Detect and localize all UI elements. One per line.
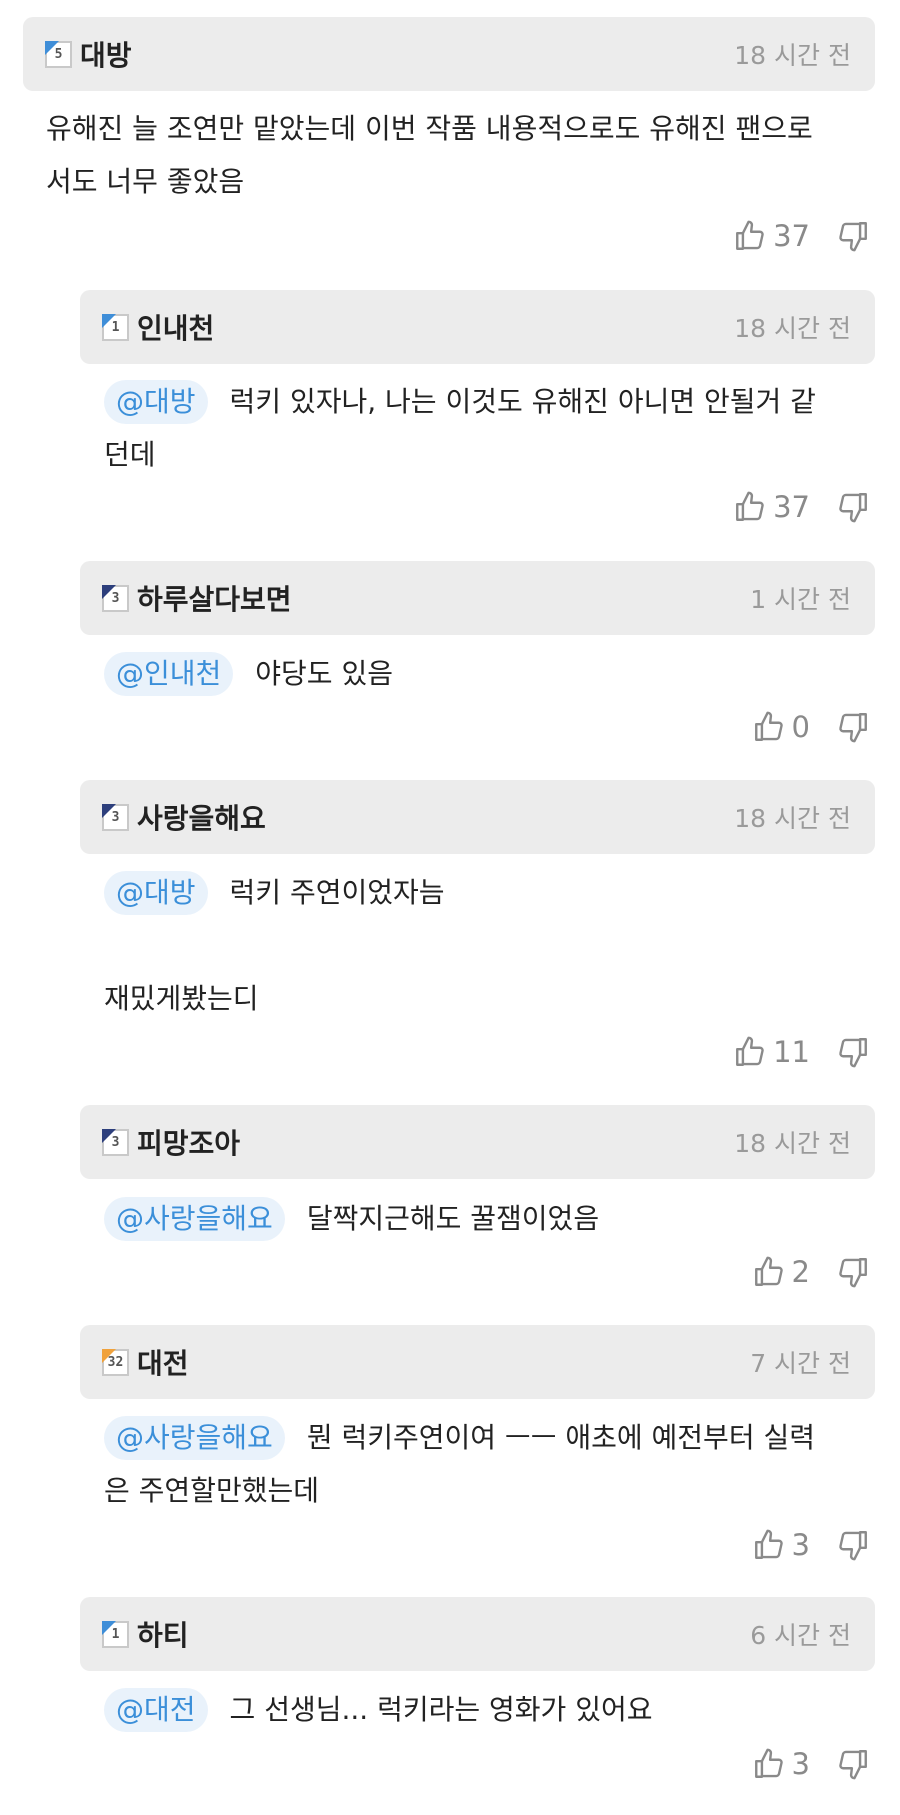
thumbs-down-icon [839,1750,867,1780]
username[interactable]: 하루살다보면 [137,578,292,618]
reply-body: @사랑을해요 뭔 럭키주연이여 ㅡㅡ 애초에 예전부터 실력 은 주연할만했는데 [104,1411,874,1517]
vote-bar: 3 [752,1528,870,1562]
reply-header: 3 사랑을해요 18 시간 전 [80,780,875,854]
timestamp: 18 시간 전 [734,804,851,833]
comment-text-line: 그 선생님... 럭키라는 영화가 있어요 [229,1693,653,1726]
comment-text-line: 달짝지근해도 꿀잼이었음 [306,1202,600,1235]
comment-header: 5 대방 18 시간 전 [23,17,875,91]
username[interactable]: 사랑을해요 [137,797,266,837]
username[interactable]: 대전 [137,1342,189,1382]
reply-body: @인내천 야당도 있음 [104,647,874,700]
thumbs-down-icon [839,1531,867,1561]
reply-body: @대전 그 선생님... 럭키라는 영화가 있어요 [104,1683,874,1736]
thumbs-down-icon [839,1258,867,1288]
mention-tag[interactable]: @대방 [104,380,208,424]
downvote-button[interactable] [836,1255,870,1289]
upvote-count: 37 [773,490,810,524]
thumbs-up-icon [754,1256,783,1286]
upvote-button[interactable] [752,1255,786,1289]
upvote-button[interactable] [733,490,767,524]
timestamp: 18 시간 전 [734,1129,851,1158]
reply-body: @대방 럭키 주연이었자늠 재밌게봤는디 [104,866,874,1025]
upvote-button[interactable] [733,219,767,253]
thumbs-down-icon [839,1038,867,1068]
thumbs-up-icon [736,220,764,250]
upvote-count: 11 [773,1035,810,1069]
upvote-count: 3 [791,1747,810,1781]
upvote-button[interactable] [752,1747,786,1781]
comment-text-line: 야당도 있음 [255,657,393,690]
reply-body: @대방 럭키 있자나, 나는 이것도 유해진 아니면 안될거 같 던데 [104,375,874,481]
vote-bar: 3 [752,1747,870,1781]
vote-bar: 37 [733,219,870,253]
thumbs-down-icon [839,222,867,252]
downvote-button[interactable] [836,219,870,253]
level-badge-icon: 5 [45,40,72,68]
timestamp: 7 시간 전 [750,1349,851,1378]
upvote-count: 2 [791,1255,810,1289]
reply-header: 3 하루살다보면 1 시간 전 [80,561,875,635]
username[interactable]: 하티 [137,1614,189,1654]
reply-header: 32 대전 7 시간 전 [80,1325,875,1399]
vote-bar: 2 [752,1255,870,1289]
comment-body: 유해진 늘 조연만 맡았는데 이번 작품 내용적으로도 유해진 팬으로 서도 너… [46,102,866,208]
level-badge-icon: 1 [102,1620,129,1648]
thumbs-up-icon [754,1529,783,1559]
reply-body: @사랑을해요 달짝지근해도 꿀잼이었음 [104,1192,874,1245]
username[interactable]: 인내천 [137,307,214,347]
mention-tag[interactable]: @사랑을해요 [104,1416,285,1460]
thumbs-down-icon [839,493,867,523]
timestamp: 18 시간 전 [734,314,851,343]
comment-text-line: 던데 [104,438,156,471]
comment-text-line: 럭키 있자나, 나는 이것도 유해진 아니면 안될거 같 [229,385,816,418]
level-badge-icon: 3 [102,1128,129,1156]
username[interactable]: 대방 [80,34,132,74]
comment-text-line: 럭키 주연이었자늠 [229,876,445,909]
reply-header: 1 하티 6 시간 전 [80,1597,875,1671]
vote-bar: 11 [733,1035,870,1069]
upvote-button[interactable] [752,1528,786,1562]
mention-tag[interactable]: @인내천 [104,652,234,696]
upvote-button[interactable] [733,1035,767,1069]
vote-bar: 37 [733,490,870,524]
downvote-button[interactable] [836,1528,870,1562]
reply-header: 3 피망조아 18 시간 전 [80,1105,875,1179]
thumbs-up-icon [754,1748,783,1778]
timestamp: 18 시간 전 [734,41,851,70]
upvote-button[interactable] [752,710,786,744]
comment-text-line: 서도 너무 좋았음 [46,165,245,198]
timestamp: 1 시간 전 [750,585,851,614]
thumbs-up-icon [736,1036,764,1066]
upvote-count: 0 [791,710,810,744]
downvote-button[interactable] [836,710,870,744]
level-badge-icon: 3 [102,584,129,612]
mention-tag[interactable]: @사랑을해요 [104,1197,285,1241]
comment-text-line: 뭔 럭키주연이여 ㅡㅡ 애초에 예전부터 실력 [306,1421,815,1454]
comment-text-line: 유해진 늘 조연만 맡았는데 이번 작품 내용적으로도 유해진 팬으로 [46,112,813,145]
downvote-button[interactable] [836,1747,870,1781]
mention-tag[interactable]: @대방 [104,871,208,915]
vote-bar: 0 [752,710,870,744]
thumbs-up-icon [754,711,783,741]
username[interactable]: 피망조아 [137,1122,240,1162]
comment-text-line: 은 주연할만했는데 [104,1474,319,1507]
thumbs-up-icon [736,491,764,521]
downvote-button[interactable] [836,1035,870,1069]
mention-tag[interactable]: @대전 [104,1688,208,1732]
comment-text-line: 재밌게봤는디 [104,982,259,1015]
reply-header: 1 인내천 18 시간 전 [80,290,875,364]
level-badge-icon: 3 [102,803,129,831]
thumbs-down-icon [839,713,867,743]
upvote-count: 3 [791,1528,810,1562]
level-badge-icon: 32 [102,1348,129,1376]
timestamp: 6 시간 전 [750,1621,851,1650]
upvote-count: 37 [773,219,810,253]
downvote-button[interactable] [836,490,870,524]
level-badge-icon: 1 [102,313,129,341]
